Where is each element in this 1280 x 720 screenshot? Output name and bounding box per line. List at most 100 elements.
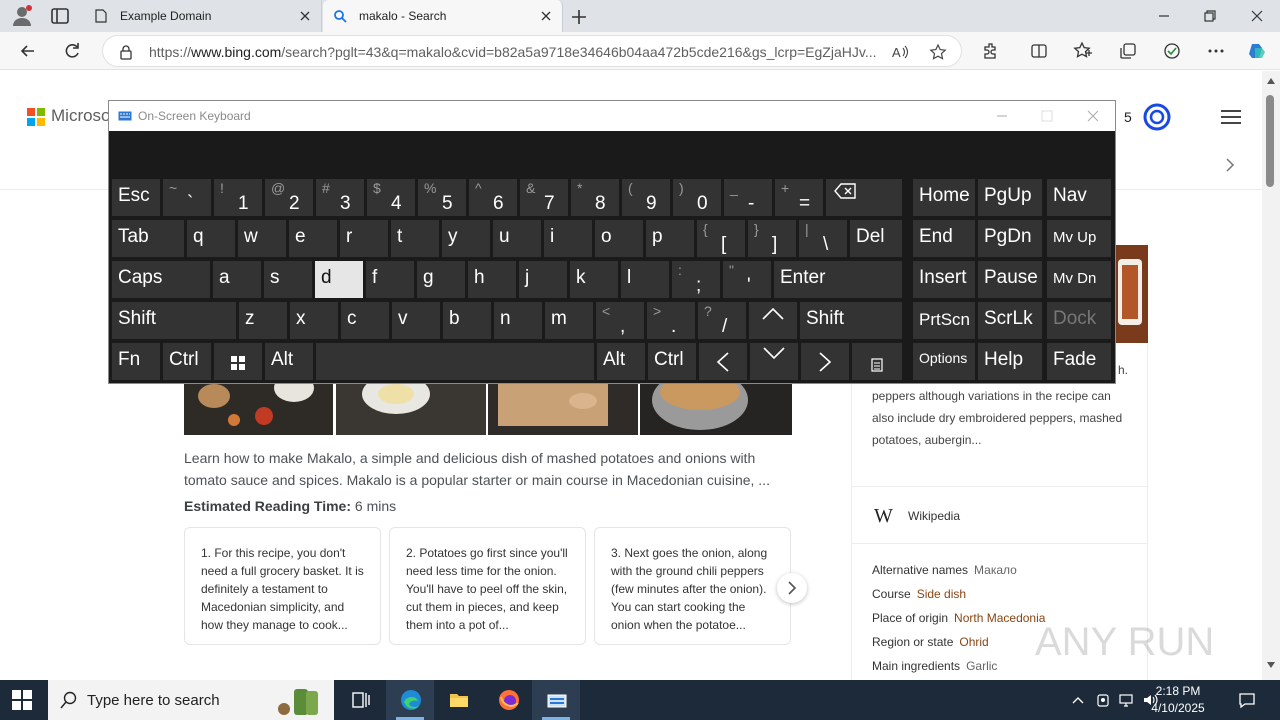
key-u[interactable]: u [493, 220, 541, 257]
step-card[interactable]: 2. Potatoes go first since you'll need l… [389, 527, 586, 645]
taskbar-file-explorer[interactable] [434, 680, 482, 720]
scroll-up-icon[interactable] [1266, 77, 1276, 85]
key-a[interactable]: a [213, 261, 261, 298]
key-e[interactable]: e [289, 220, 337, 257]
osk-maximize-icon[interactable] [1039, 108, 1055, 124]
carousel-next-button[interactable] [777, 573, 807, 603]
key-3[interactable]: #3 [316, 179, 364, 216]
collections-icon[interactable] [1118, 41, 1138, 61]
osk-minimize-icon[interactable] [994, 108, 1010, 124]
close-tab-icon[interactable] [538, 8, 554, 24]
favorites-icon[interactable] [1073, 41, 1093, 61]
key-semicolon[interactable]: :; [672, 261, 720, 298]
start-button-icon[interactable] [12, 690, 32, 710]
key-dock[interactable]: Dock [1047, 302, 1111, 339]
key-b[interactable]: b [443, 302, 491, 339]
key-s[interactable]: s [264, 261, 312, 298]
key-windows[interactable] [214, 343, 262, 380]
key-h[interactable]: h [468, 261, 516, 298]
key-l[interactable]: l [621, 261, 669, 298]
back-icon[interactable] [18, 41, 38, 61]
key-7[interactable]: & 7 [520, 179, 568, 216]
key-z[interactable]: z [239, 302, 287, 339]
key-2[interactable]: @2 [265, 179, 313, 216]
key-alt-left[interactable]: Alt [265, 343, 313, 380]
recipe-image[interactable] [488, 376, 638, 435]
tab-makalo-search[interactable]: makalo - Search [323, 0, 563, 32]
fact-link[interactable]: Side dish [917, 587, 966, 601]
key-1[interactable]: ! 1 [214, 179, 262, 216]
key-c[interactable]: c [341, 302, 389, 339]
key-v[interactable]: v [392, 302, 440, 339]
key-fade[interactable]: Fade [1047, 343, 1111, 380]
step-card[interactable]: 3. Next goes the onion, along with the g… [594, 527, 791, 645]
rewards-icon[interactable] [1142, 102, 1172, 132]
key-scrlk[interactable]: ScrLk [978, 302, 1042, 339]
more-options-icon[interactable] [1206, 41, 1226, 61]
key-o[interactable]: o [595, 220, 643, 257]
profile-icon[interactable] [10, 4, 34, 28]
key-nav[interactable]: Nav [1047, 179, 1111, 216]
minimize-icon[interactable] [1154, 6, 1174, 26]
key-k[interactable]: k [570, 261, 618, 298]
new-tab-icon[interactable] [568, 6, 590, 28]
key-comma[interactable]: <, [596, 302, 644, 339]
key-backslash[interactable]: | \ [799, 220, 847, 257]
taskbar-on-screen-keyboard[interactable] [532, 680, 580, 720]
task-view-button[interactable] [336, 680, 384, 720]
key-d[interactable]: d [315, 261, 363, 298]
key-5[interactable]: % 5 [418, 179, 466, 216]
key-enter[interactable]: Enter [774, 261, 902, 298]
system-clock[interactable]: 2:18 PM 4/10/2025 [1140, 683, 1216, 717]
knowledge-panel-image[interactable] [1112, 245, 1148, 343]
key-backspace[interactable] [826, 179, 902, 216]
key-slash[interactable]: ? / [698, 302, 746, 339]
close-tab-icon[interactable] [297, 8, 313, 24]
browser-essentials-icon[interactable] [1162, 41, 1182, 61]
taskbar-search-box[interactable]: Type here to search [48, 680, 334, 720]
key-left-bracket[interactable]: {[ [697, 220, 745, 257]
recipe-image[interactable] [184, 376, 333, 435]
split-screen-icon[interactable] [1029, 41, 1049, 61]
scroll-down-icon[interactable] [1266, 661, 1276, 669]
network-icon[interactable] [1118, 692, 1134, 708]
key-options[interactable]: Options [913, 343, 975, 380]
key-shift-right[interactable]: Shift [800, 302, 902, 339]
key-fn[interactable]: Fn [112, 343, 160, 380]
key-esc[interactable]: Esc [112, 179, 160, 216]
fact-link[interactable]: Ohrid [959, 635, 988, 649]
chevron-right-icon[interactable] [1222, 157, 1238, 173]
key-pgdn[interactable]: PgDn [978, 220, 1042, 257]
page-scrollbar[interactable] [1262, 71, 1280, 680]
key-i[interactable]: i [544, 220, 592, 257]
fact-link[interactable]: North Macedonia [954, 611, 1045, 625]
key-arrow-left[interactable] [699, 343, 747, 380]
key-n[interactable]: n [494, 302, 542, 339]
key-shift-left[interactable]: Shift [112, 302, 236, 339]
key-end[interactable]: End [913, 220, 975, 257]
extensions-icon[interactable] [981, 41, 1001, 61]
taskbar-edge[interactable] [386, 680, 434, 720]
url-text[interactable]: https://www.bing.com/search?pglt=43&q=ma… [149, 44, 889, 60]
key-equals[interactable]: + = [775, 179, 823, 216]
recipe-image-strip[interactable] [184, 376, 792, 435]
key-period[interactable]: >. [647, 302, 695, 339]
restore-icon[interactable] [1200, 6, 1220, 26]
key-minus[interactable]: _ - [724, 179, 772, 216]
recipe-image[interactable] [640, 376, 792, 435]
key-8[interactable]: * 8 [571, 179, 619, 216]
key-caps[interactable]: Caps [112, 261, 210, 298]
key-f[interactable]: f [366, 261, 414, 298]
key-mv-up[interactable]: Mv Up [1047, 220, 1111, 257]
tab-actions-icon[interactable] [48, 4, 72, 28]
key-space[interactable] [316, 343, 594, 380]
close-window-icon[interactable] [1247, 6, 1267, 26]
key-t[interactable]: t [391, 220, 439, 257]
key-r[interactable]: r [340, 220, 388, 257]
taskbar-firefox[interactable] [484, 680, 532, 720]
read-aloud-icon[interactable]: A [891, 43, 909, 61]
key-arrow-right[interactable] [801, 343, 849, 380]
notifications-icon[interactable] [1238, 691, 1256, 709]
refresh-icon[interactable] [62, 41, 82, 61]
key-p[interactable]: p [646, 220, 694, 257]
